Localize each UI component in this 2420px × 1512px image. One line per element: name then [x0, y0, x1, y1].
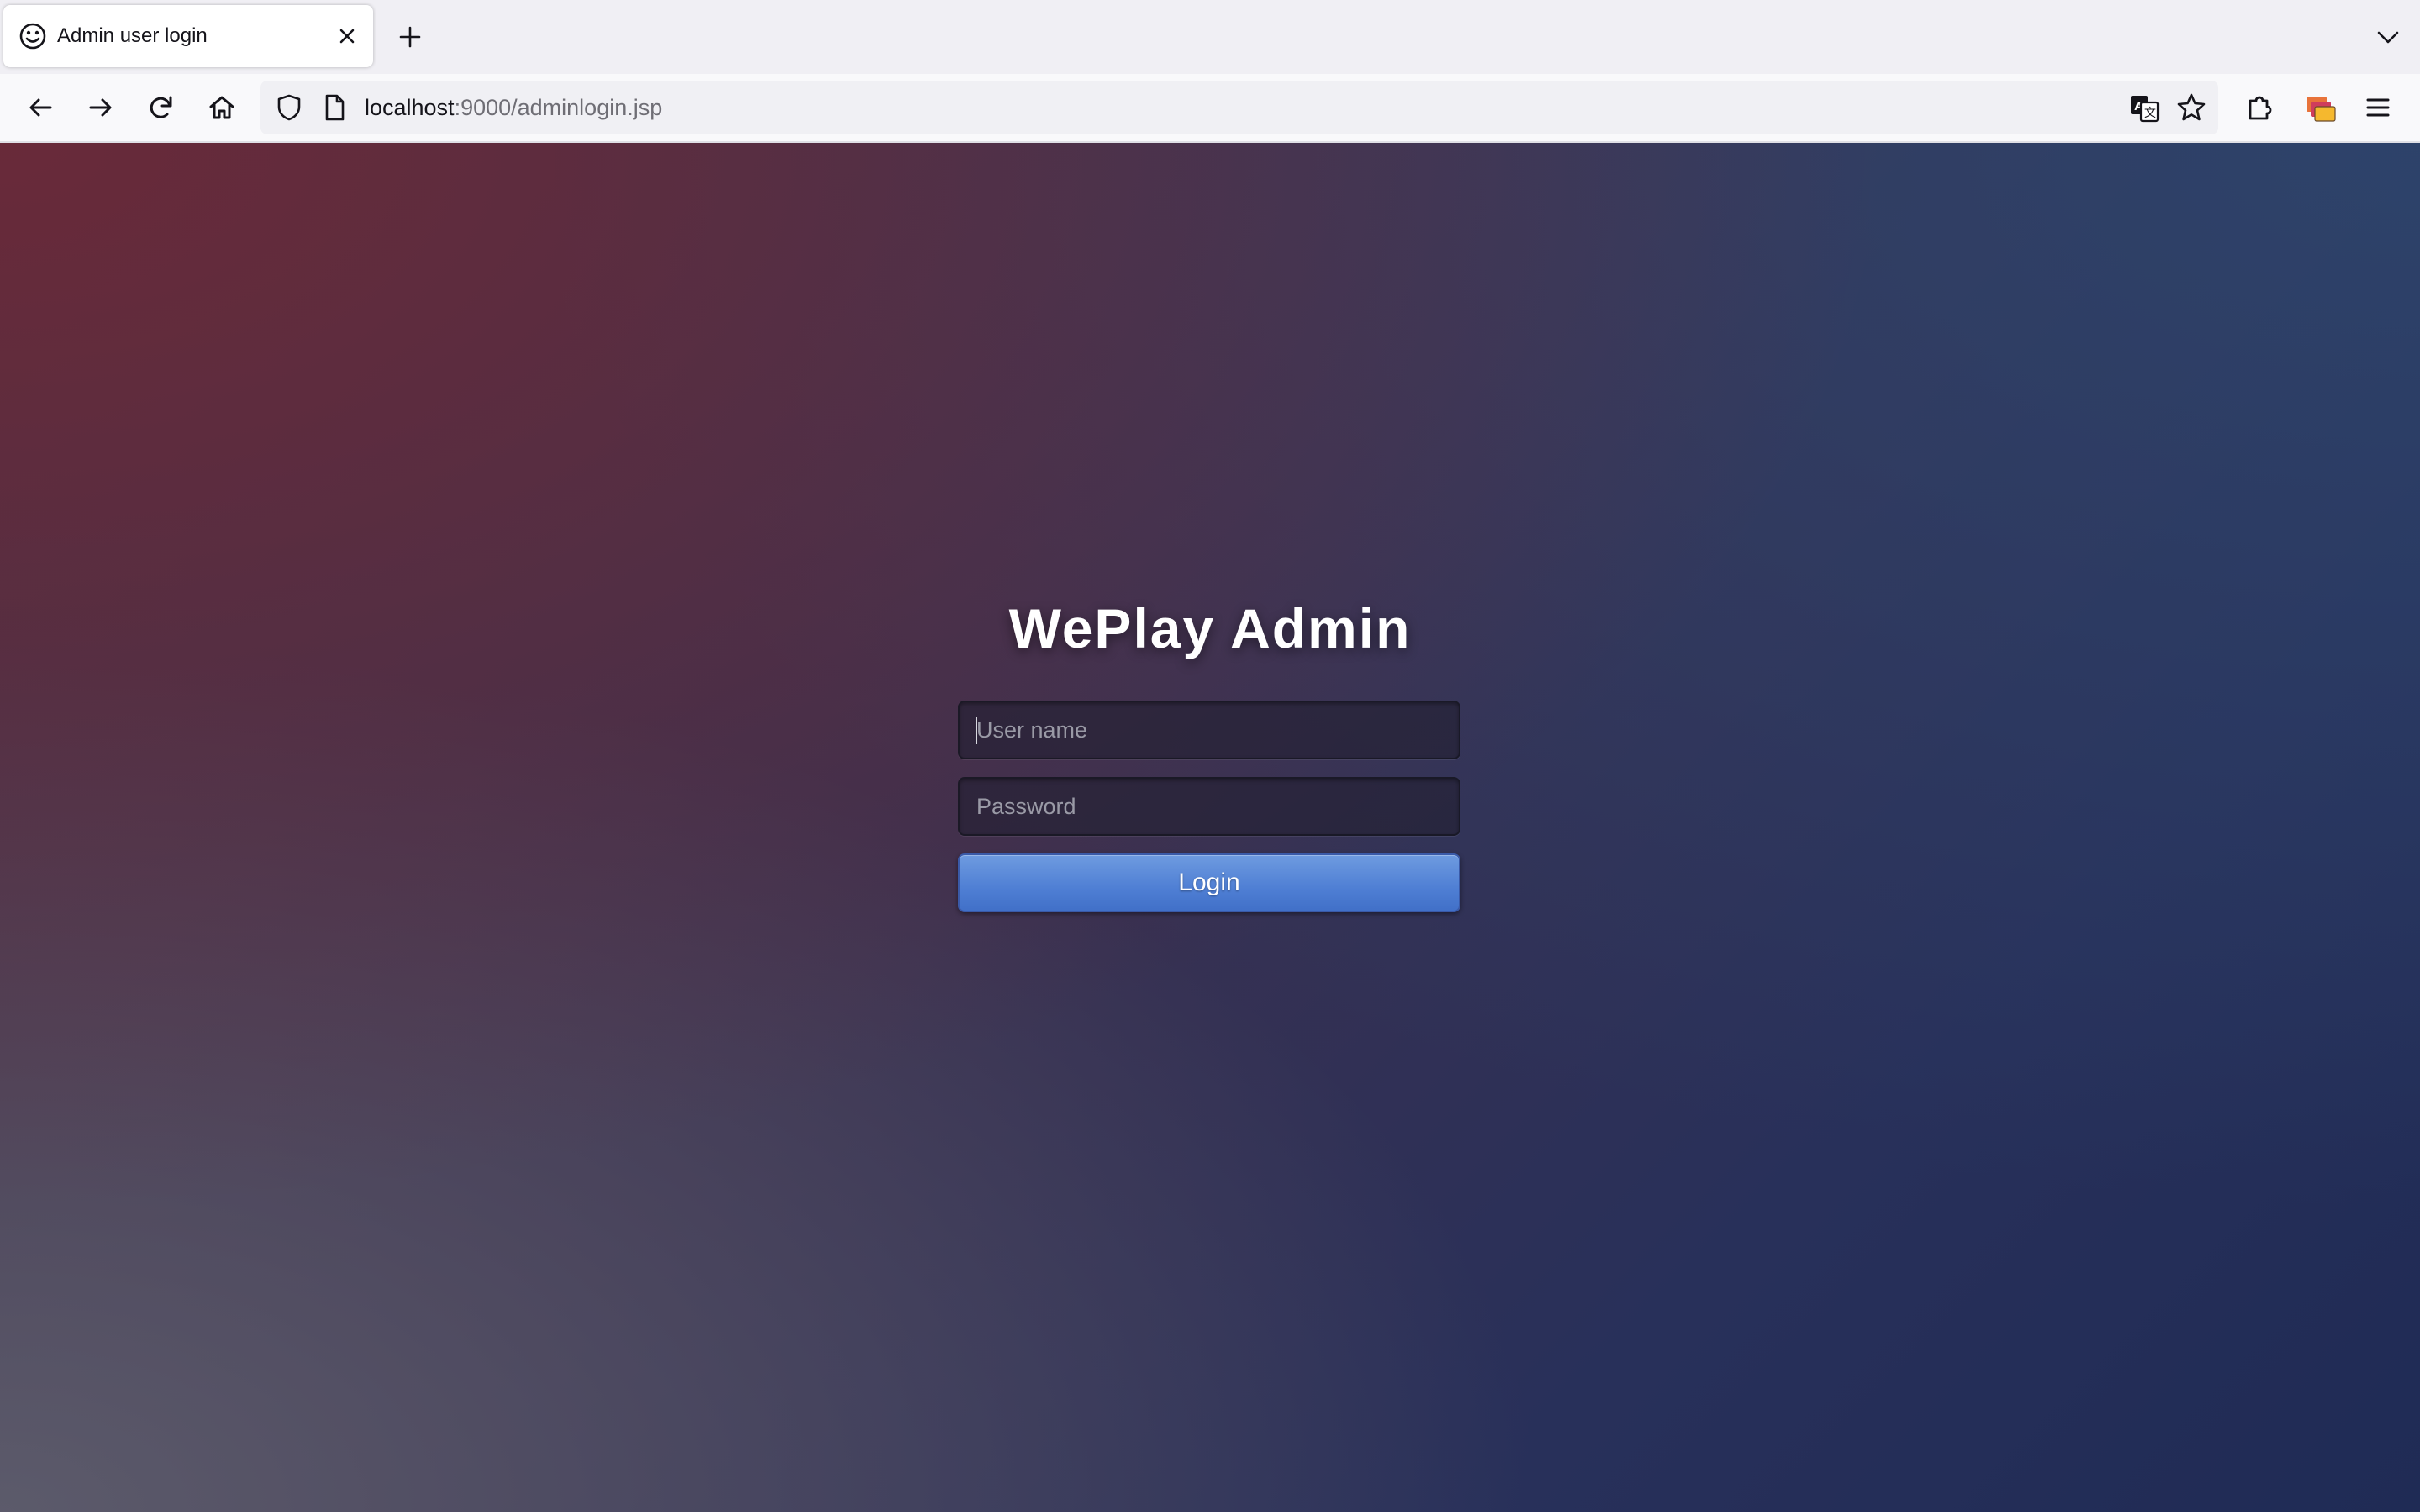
url-bar[interactable]: localhost:9000/adminlogin.jsp A 文 — [260, 81, 2218, 134]
url-text[interactable]: localhost:9000/adminlogin.jsp — [365, 92, 662, 123]
shield-icon[interactable] — [274, 92, 304, 123]
browser-tab[interactable]: Admin user login — [3, 5, 373, 67]
tab-title: Admin user login — [57, 24, 208, 47]
plus-icon[interactable] — [393, 20, 427, 54]
arrow-right-icon[interactable] — [82, 89, 119, 126]
arrow-left-icon[interactable] — [22, 89, 59, 126]
page-icon[interactable] — [319, 92, 350, 123]
close-icon[interactable] — [331, 20, 363, 52]
url-path: :9000/adminlogin.jsp — [454, 95, 663, 120]
svg-text:文: 文 — [2144, 106, 2156, 119]
page-background: WePlay Admin Login — [0, 143, 2420, 1512]
login-button[interactable]: Login — [958, 853, 1460, 912]
reload-icon[interactable] — [143, 89, 180, 126]
page-title: WePlay Admin — [1008, 597, 1412, 659]
smiley-icon — [19, 23, 46, 50]
password-input[interactable] — [958, 777, 1460, 836]
text-cursor — [976, 717, 977, 744]
navigation-toolbar: localhost:9000/adminlogin.jsp A 文 — [0, 74, 2420, 143]
chevron-down-icon[interactable] — [2371, 20, 2405, 54]
home-icon[interactable] — [203, 89, 240, 126]
translate-icon[interactable]: A 文 — [2128, 91, 2161, 124]
star-icon[interactable] — [2175, 91, 2208, 124]
hamburger-menu-icon[interactable] — [2360, 89, 2396, 126]
multi-account-icon[interactable] — [2302, 89, 2339, 126]
puzzle-icon[interactable] — [2242, 89, 2279, 126]
username-input[interactable] — [958, 701, 1460, 759]
tab-strip: Admin user login — [0, 0, 2420, 74]
url-host: localhost — [365, 95, 455, 120]
